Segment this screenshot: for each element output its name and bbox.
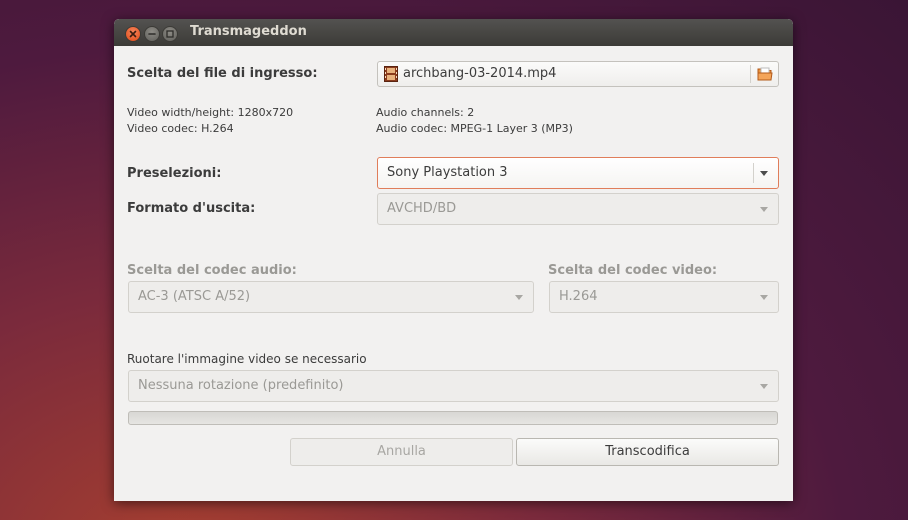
audio-codec-info: Audio codec: MPEG-1 Layer 3 (MP3) xyxy=(376,122,573,135)
presets-value: Sony Playstation 3 xyxy=(387,165,508,180)
maximize-icon xyxy=(166,30,174,38)
rotation-combo[interactable]: Nessuna rotazione (predefinito) xyxy=(128,370,779,402)
audio-codec-label: Scelta del codec audio: xyxy=(127,263,297,278)
rotation-label: Ruotare l'immagine video se necessario xyxy=(127,352,367,366)
chevron-down-icon xyxy=(760,171,768,176)
window-title: Transmageddon xyxy=(190,24,307,39)
output-format-combo[interactable]: AVCHD/BD xyxy=(377,193,779,225)
video-codec-info: Video codec: H.264 xyxy=(127,122,234,135)
close-icon xyxy=(129,30,137,38)
input-filename: archbang-03-2014.mp4 xyxy=(403,66,557,81)
chevron-down-icon xyxy=(760,295,768,300)
rotation-value: Nessuna rotazione (predefinito) xyxy=(138,378,344,393)
close-window-button[interactable] xyxy=(125,26,141,42)
file-chooser-separator xyxy=(750,65,751,83)
title-bar[interactable]: Transmageddon xyxy=(114,19,793,46)
video-codec-label: Scelta del codec video: xyxy=(548,263,718,278)
presets-separator xyxy=(753,163,754,183)
minimize-window-button[interactable] xyxy=(144,26,160,42)
audio-codec-value: AC-3 (ATSC A/52) xyxy=(138,289,251,304)
chevron-down-icon xyxy=(760,384,768,389)
folder-open-icon[interactable] xyxy=(757,66,773,82)
video-size-info: Video width/height: 1280x720 xyxy=(127,106,294,119)
transcode-progress-bar xyxy=(128,411,778,425)
audio-codec-combo[interactable]: AC-3 (ATSC A/52) xyxy=(128,281,534,313)
output-format-value: AVCHD/BD xyxy=(387,201,457,216)
minimize-icon xyxy=(148,33,156,35)
chevron-down-icon xyxy=(515,295,523,300)
chevron-down-icon xyxy=(760,207,768,212)
maximize-window-button[interactable] xyxy=(162,26,178,42)
audio-channels-info: Audio channels: 2 xyxy=(376,106,475,119)
transmageddon-window: Transmageddon Scelta del file di ingress… xyxy=(114,19,793,501)
presets-label: Preselezioni: xyxy=(127,166,222,181)
video-codec-value: H.264 xyxy=(559,289,598,304)
input-file-label: Scelta del file di ingresso: xyxy=(127,66,318,81)
output-format-label: Formato d'uscita: xyxy=(127,201,256,216)
video-file-icon xyxy=(384,66,398,82)
transcode-button[interactable]: Transcodifica xyxy=(516,438,779,466)
presets-combo[interactable]: Sony Playstation 3 xyxy=(377,157,779,189)
input-file-chooser[interactable]: archbang-03-2014.mp4 xyxy=(377,61,779,87)
video-codec-combo[interactable]: H.264 xyxy=(549,281,779,313)
cancel-button[interactable]: Annulla xyxy=(290,438,513,466)
